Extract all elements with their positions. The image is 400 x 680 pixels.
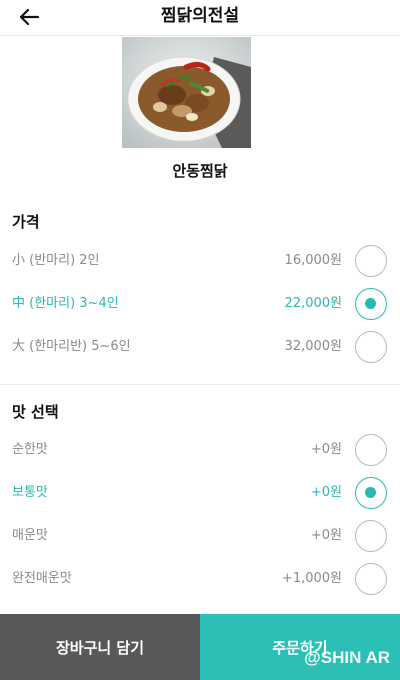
option-price: 16,000원 — [284, 253, 342, 268]
section-divider — [0, 384, 400, 385]
option-label: 매운맛 — [12, 528, 48, 543]
watermark-text: @SHIN AR — [304, 648, 390, 667]
radio-button[interactable] — [355, 434, 387, 466]
app-header: 찜닭의전설 — [0, 0, 400, 36]
option-price: +1,000원 — [281, 571, 342, 586]
radio-button[interactable] — [355, 563, 387, 595]
price-option-large[interactable]: 大 (한마리반) 5~6인 32,000원 — [0, 327, 400, 367]
taste-section-title: 맛 선택 — [12, 403, 59, 421]
option-price: 22,000원 — [284, 296, 342, 311]
order-button[interactable]: 주문하기 @SHIN AR — [200, 614, 400, 680]
option-label: 中 (한마리) 3~4인 — [12, 296, 119, 311]
option-label: 순한맛 — [12, 442, 48, 457]
option-label: 小 (반마리) 2인 — [12, 253, 100, 268]
taste-option-extra-spicy[interactable]: 완전매운맛 +1,000원 — [0, 559, 400, 599]
radio-button[interactable] — [355, 288, 387, 320]
taste-option-mild[interactable]: 순한맛 +0원 — [0, 430, 400, 470]
option-label: 보통맛 — [12, 485, 48, 500]
radio-button[interactable] — [355, 477, 387, 509]
option-price: +0원 — [310, 528, 342, 543]
page-title: 찜닭의전설 — [160, 6, 240, 26]
option-price: 32,000원 — [284, 339, 342, 354]
price-option-small[interactable]: 小 (반마리) 2인 16,000원 — [0, 241, 400, 281]
product-name: 안동찜닭 — [172, 162, 228, 180]
product-image — [122, 37, 251, 148]
bottom-action-bar: 장바구니 담기 주문하기 @SHIN AR — [0, 614, 400, 680]
option-label: 大 (한마리반) 5~6인 — [12, 339, 131, 354]
radio-button[interactable] — [355, 331, 387, 363]
price-option-medium[interactable]: 中 (한마리) 3~4인 22,000원 — [0, 284, 400, 324]
option-label: 완전매운맛 — [12, 571, 72, 586]
add-to-cart-button[interactable]: 장바구니 담기 — [0, 614, 200, 680]
radio-button[interactable] — [355, 520, 387, 552]
radio-button[interactable] — [355, 245, 387, 277]
radio-dot-icon — [365, 487, 376, 498]
taste-option-spicy[interactable]: 매운맛 +0원 — [0, 516, 400, 556]
price-section-title: 가격 — [12, 213, 40, 231]
radio-dot-icon — [365, 298, 376, 309]
taste-option-medium[interactable]: 보통맛 +0원 — [0, 473, 400, 513]
option-price: +0원 — [310, 485, 342, 500]
option-price: +0원 — [310, 442, 342, 457]
